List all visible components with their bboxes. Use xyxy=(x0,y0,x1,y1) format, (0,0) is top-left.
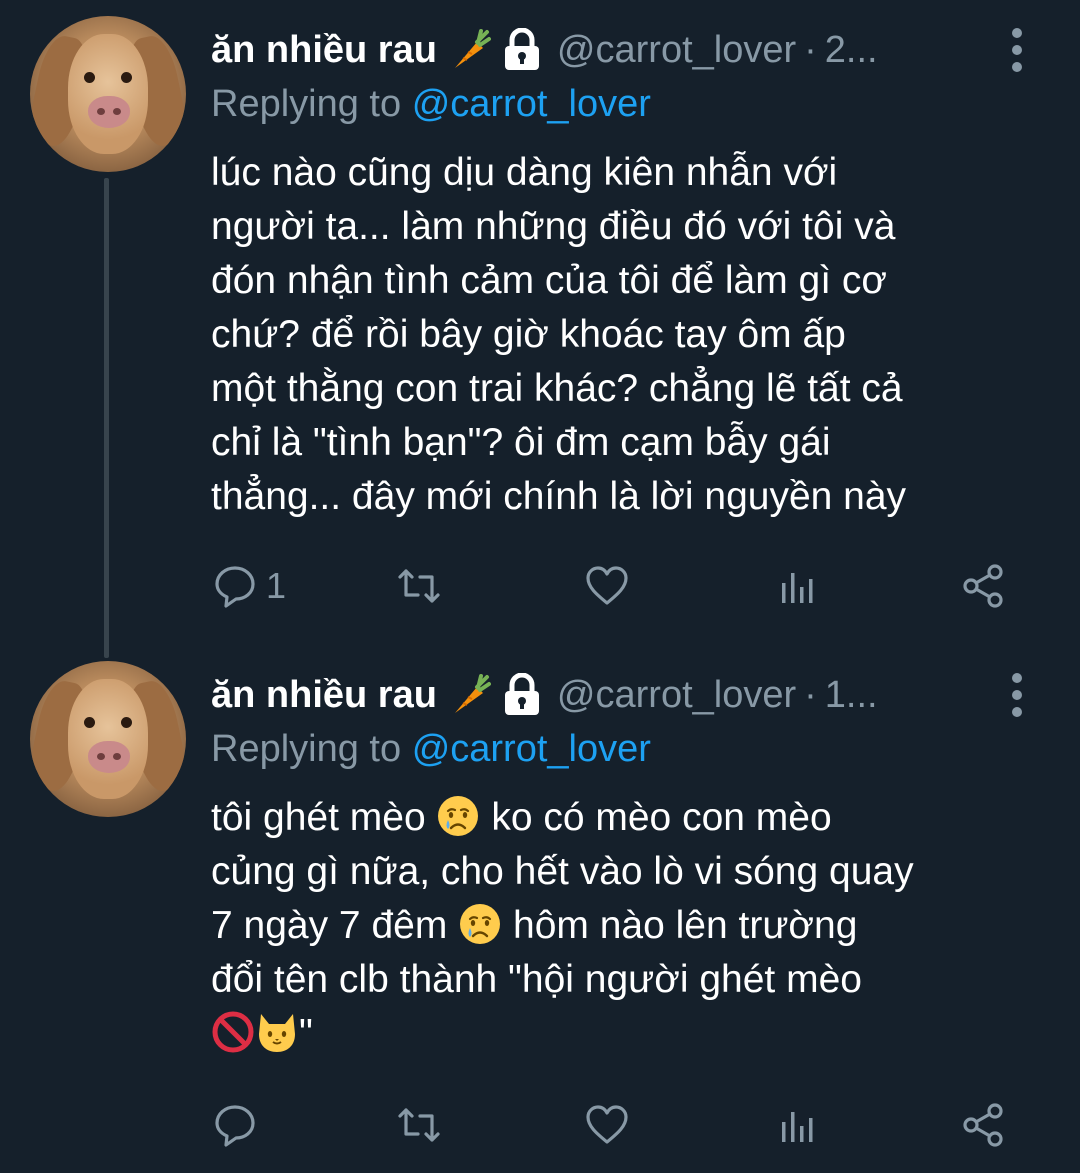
retweet-button[interactable] xyxy=(396,562,442,610)
tweet-text-line: một thằng con trai khác? chẳng lẽ tất cả xyxy=(211,367,903,410)
analytics-button[interactable] xyxy=(774,1101,820,1149)
retweet-button[interactable] xyxy=(396,1101,442,1149)
no-entry-sign-emoji xyxy=(212,1011,254,1053)
separator-dot: · xyxy=(804,674,817,716)
mention-link[interactable]: @carrot_lover xyxy=(412,83,651,125)
timestamp[interactable]: 1... xyxy=(825,669,878,721)
lock-icon xyxy=(504,28,539,70)
separator-dot: · xyxy=(804,29,817,71)
analytics-icon xyxy=(782,573,813,603)
retweet-icon xyxy=(398,1108,440,1142)
tweet-header: ăn nhiều rau @carrot_lover · 1... xyxy=(211,669,1011,721)
replying-prefix: Replying to xyxy=(211,728,402,770)
replying-to: Replying to @carrot_lover xyxy=(211,78,651,130)
tweet-header: ăn nhiều rau @carrot_lover · 2... xyxy=(211,24,1011,76)
share-icon xyxy=(963,564,1003,608)
tweet[interactable]: ăn nhiều rau @carrot_lover · 2... Replyi… xyxy=(0,0,1080,645)
tweet-text-fragment: 7 ngày 7 đêm xyxy=(211,904,448,947)
carrot-emoji xyxy=(454,674,491,713)
share-icon xyxy=(963,1103,1003,1147)
cat-face-emoji xyxy=(259,1014,295,1052)
tweet-text-line: tôi ghét mèo ko có mèo con mèo xyxy=(211,791,1051,845)
heart-icon xyxy=(586,566,628,605)
retweet-icon xyxy=(398,569,440,603)
tweet-actions: 1 xyxy=(212,562,1012,610)
tweet-text-line: 7 ngày 7 đêm hôm nào lên trường xyxy=(211,899,1051,953)
tweet-text-line: đổi tên clb thành "hội người ghét mèo xyxy=(211,958,862,1001)
crying-face-emoji xyxy=(460,904,501,944)
tweet-text-line: chứ? để rồi bây giờ khoác tay ôm ấp xyxy=(211,313,846,356)
timestamp[interactable]: 2... xyxy=(825,24,878,76)
analytics-button[interactable] xyxy=(774,562,820,610)
tweet-actions xyxy=(212,1101,1012,1149)
tweet-text-fragment: " xyxy=(299,1012,313,1055)
reply-count: 1 xyxy=(266,565,287,606)
tweet-text-line: người ta... làm những điều đó với tôi và xyxy=(211,205,896,248)
more-options-icon[interactable] xyxy=(1006,28,1028,72)
replying-to: Replying to @carrot_lover xyxy=(211,723,651,775)
mention-link[interactable]: @carrot_lover xyxy=(412,728,651,770)
tweet[interactable]: ăn nhiều rau @carrot_lover · 1... Replyi… xyxy=(0,645,1080,1173)
display-name[interactable]: ăn nhiều rau xyxy=(211,669,437,721)
tweet-text-line: " xyxy=(211,1007,1051,1061)
tweet-text-line: chỉ là "tình bạn"? ôi đm cạm bẫy gái xyxy=(211,421,831,464)
tweet-text-line: củng gì nữa, cho hết vào lò vi sóng quay xyxy=(211,850,914,893)
more-options-icon[interactable] xyxy=(1006,673,1028,717)
avatar[interactable] xyxy=(30,661,186,817)
lock-icon xyxy=(504,673,539,715)
tweet-text-line: thẳng... đây mới chính là lời nguyền này xyxy=(211,475,907,518)
share-button[interactable] xyxy=(960,1101,1006,1149)
replying-prefix: Replying to xyxy=(211,83,402,125)
crying-face-emoji xyxy=(438,796,479,836)
like-button[interactable] xyxy=(584,1101,630,1149)
tweet-text-line: lúc nào cũng dịu dàng kiên nhẫn với xyxy=(211,151,838,194)
display-name[interactable]: ăn nhiều rau xyxy=(211,24,437,76)
like-button[interactable] xyxy=(584,562,630,610)
tweet-text: lúc nào cũng dịu dàng kiên nhẫn với ngườ… xyxy=(211,146,1051,524)
tweet-text-fragment: ko có mèo con mèo xyxy=(491,796,832,839)
heart-icon xyxy=(586,1105,628,1144)
tweet-text-fragment: hôm nào lên trường xyxy=(513,904,858,947)
reply-button[interactable]: 1 xyxy=(212,562,286,610)
reply-icon xyxy=(215,566,255,608)
reply-button[interactable] xyxy=(212,1101,266,1149)
share-button[interactable] xyxy=(960,562,1006,610)
tweet-text-line: đón nhận tình cảm của tôi để làm gì cơ xyxy=(211,259,887,302)
handle[interactable]: @carrot_lover xyxy=(557,24,796,76)
reply-icon xyxy=(215,1105,255,1147)
analytics-icon xyxy=(782,1112,813,1142)
tweet-text-fragment: tôi ghét mèo xyxy=(211,796,426,839)
carrot-emoji xyxy=(454,29,491,68)
avatar[interactable] xyxy=(30,16,186,172)
handle[interactable]: @carrot_lover xyxy=(557,669,796,721)
tweet-text: tôi ghét mèo ko có mèo con mèo củng gì n… xyxy=(211,791,1051,1061)
